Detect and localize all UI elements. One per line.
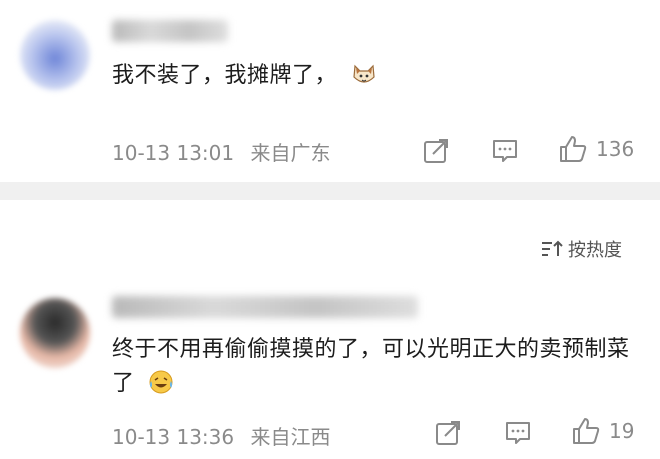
avatar[interactable] xyxy=(20,298,90,368)
reply-button[interactable] xyxy=(490,136,520,166)
section-divider xyxy=(0,182,660,200)
like-count: 136 xyxy=(596,137,635,161)
laughing-crying-emoji-icon xyxy=(149,370,173,394)
comment-icon xyxy=(506,422,530,444)
comment-meta: 10-13 13:36 来自江西 xyxy=(112,421,330,450)
reply-button[interactable] xyxy=(503,418,533,448)
like-button[interactable]: 136 xyxy=(558,134,634,164)
share-icon xyxy=(436,421,460,445)
cat-face-emoji-icon xyxy=(352,64,375,83)
comment-icon xyxy=(493,140,517,162)
sort-icon xyxy=(542,240,563,256)
thumbs-up-icon xyxy=(573,418,600,444)
comment-time: 10-13 13:36 xyxy=(112,425,235,449)
comment-location: 来自江西 xyxy=(250,425,331,449)
share-button[interactable] xyxy=(433,418,463,448)
like-button[interactable]: 19 xyxy=(571,416,634,446)
comment-item: 我不装了，我摊牌了， 10-13 13:01 来自广东 136 xyxy=(0,0,660,182)
comment-text: 我不装了，我摊牌了， xyxy=(112,59,640,93)
comment-text-content: 终于不用再偷偷摸摸的了，可以光明正大的卖预制菜了 xyxy=(112,337,630,396)
share-icon xyxy=(424,139,448,163)
username-blurred[interactable] xyxy=(112,296,418,318)
comment-location: 来自广东 xyxy=(250,141,331,165)
comment-text-content: 我不装了，我摊牌了， xyxy=(112,63,338,88)
thumbs-up-icon xyxy=(560,136,587,162)
comment-time: 10-13 13:01 xyxy=(112,141,235,165)
username-blurred[interactable] xyxy=(112,20,228,42)
sort-by-hot-button[interactable]: 按热度 xyxy=(540,236,622,262)
like-count: 19 xyxy=(609,419,635,443)
comment-text: 终于不用再偷偷摸摸的了，可以光明正大的卖预制菜了 xyxy=(112,333,640,401)
sort-label: 按热度 xyxy=(568,240,622,261)
avatar[interactable] xyxy=(20,20,90,90)
comment-item: 终于不用再偷偷摸摸的了，可以光明正大的卖预制菜了 10-13 13:36 来自江… xyxy=(0,282,660,459)
share-button[interactable] xyxy=(421,136,451,166)
comment-meta: 10-13 13:01 来自广东 xyxy=(112,137,330,166)
